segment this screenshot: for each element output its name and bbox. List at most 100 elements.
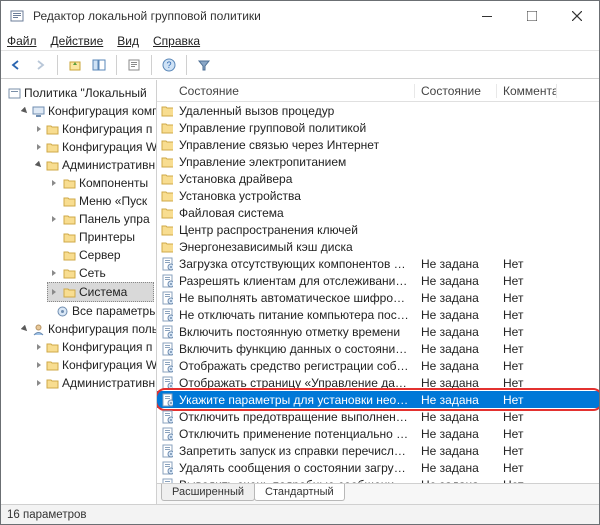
tree-server[interactable]: ·Сервер [47, 246, 154, 264]
folder-icon [157, 173, 173, 185]
list-folder-row[interactable]: Установка устройства [157, 187, 599, 204]
tree-system[interactable]: Система [47, 282, 154, 302]
tree-label: Конфигурация п [62, 338, 152, 356]
tree-user-windows[interactable]: Конфигурация W [33, 356, 154, 374]
menu-help[interactable]: Справка [153, 34, 200, 48]
tree-user-admin[interactable]: Административн [33, 374, 154, 392]
list-policy-row[interactable]: Отключить применение потенциально опасны… [157, 425, 599, 442]
collapse-icon[interactable] [35, 160, 43, 170]
column-state[interactable]: Состояние [415, 84, 497, 98]
show-tree-button[interactable] [88, 54, 110, 76]
tree-software-settings[interactable]: Конфигурация п [33, 120, 154, 138]
expand-icon[interactable] [35, 360, 43, 370]
window-title: Редактор локальной групповой политики [33, 9, 464, 23]
list-policy-row[interactable]: Включить функцию данных о состоянии сист… [157, 340, 599, 357]
list-body[interactable]: Удаленный вызов процедурУправление групп… [157, 102, 599, 483]
tree-user-config[interactable]: Конфигурация польз [19, 320, 154, 338]
expand-icon[interactable] [35, 142, 43, 152]
tree-label: Панель упра [79, 210, 150, 228]
list-policy-row[interactable]: Запретить запуск из справки перечисленны… [157, 442, 599, 459]
tree-user-software[interactable]: Конфигурация п [33, 338, 154, 356]
close-button[interactable] [554, 1, 599, 31]
maximize-button[interactable] [509, 1, 554, 31]
back-button[interactable] [5, 54, 27, 76]
tab-standard[interactable]: Стандартный [254, 484, 345, 501]
column-name[interactable]: Состояние [157, 84, 415, 98]
list-policy-row[interactable]: Не выполнять автоматическое шифрование ф… [157, 289, 599, 306]
list-policy-row[interactable]: Включить постоянную отметку времениНе за… [157, 323, 599, 340]
column-comment[interactable]: Комментар [497, 84, 557, 98]
menu-view[interactable]: Вид [117, 34, 139, 48]
policy-icon [157, 342, 173, 356]
tree-network[interactable]: Сеть [47, 264, 154, 282]
list-folder-row[interactable]: Центр распространения ключей [157, 221, 599, 238]
cell-state: Не задана [415, 410, 497, 424]
help-button[interactable]: ? [158, 54, 180, 76]
tree-all-settings[interactable]: ·Все параметры [47, 302, 154, 320]
list-folder-row[interactable]: Управление групповой политикой [157, 119, 599, 136]
collapse-icon[interactable] [21, 324, 29, 334]
tree-start-menu[interactable]: ·Меню «Пуск [47, 192, 154, 210]
expand-icon[interactable] [35, 124, 43, 134]
tree-windows-settings[interactable]: Конфигурация W [33, 138, 154, 156]
list-policy-row[interactable]: Отображать средство регистрации событий … [157, 357, 599, 374]
tree-computer-config[interactable]: Конфигурация комп [19, 102, 154, 120]
folder-icon [157, 190, 173, 202]
forward-button[interactable] [29, 54, 51, 76]
cell-comment: Нет [497, 478, 557, 484]
list-policy-row[interactable]: Отображать страницу «Управление данным с… [157, 374, 599, 391]
folder-icon [157, 224, 173, 236]
list-policy-row[interactable]: Укажите параметры для установки необязат… [157, 391, 599, 408]
tree-root[interactable]: Политика "Локальный [5, 84, 154, 102]
tree-printers[interactable]: ·Принтеры [47, 228, 154, 246]
tree-control-panel[interactable]: Панель упра [47, 210, 154, 228]
menu-action[interactable]: Действие [51, 34, 104, 48]
tree-label: Все параметры [72, 302, 157, 320]
tree-pane[interactable]: Политика "Локальный Конфигурация комп Ко… [1, 80, 157, 504]
titlebar: Редактор локальной групповой политики [1, 1, 599, 31]
list-policy-row[interactable]: Выводить очень подробные сообщения о сос… [157, 476, 599, 483]
policy-icon [157, 325, 173, 339]
expand-icon[interactable] [49, 214, 59, 224]
tree-components[interactable]: Компоненты [47, 174, 154, 192]
folder-icon [157, 207, 173, 219]
list-folder-row[interactable]: Удаленный вызов процедур [157, 102, 599, 119]
cell-comment: Нет [497, 291, 557, 305]
list-folder-row[interactable]: Энергонезависимый кэш диска [157, 238, 599, 255]
properties-button[interactable] [123, 54, 145, 76]
up-button[interactable] [64, 54, 86, 76]
tree-label: Меню «Пуск [79, 192, 147, 210]
filter-button[interactable] [193, 54, 215, 76]
cell-name: Включить функцию данных о состоянии сист… [173, 342, 415, 356]
folder-icon [157, 122, 173, 134]
collapse-icon[interactable] [21, 106, 29, 116]
folder-icon [157, 156, 173, 168]
status-text: 16 параметров [7, 509, 87, 521]
expand-icon[interactable] [49, 178, 59, 188]
folder-icon [46, 376, 59, 390]
list-policy-row[interactable]: Удалять сообщения о состоянии загрузки/з… [157, 459, 599, 476]
list-policy-row[interactable]: Отключить предотвращение выполнения данн… [157, 408, 599, 425]
cell-comment: Нет [497, 393, 557, 407]
expand-icon[interactable] [35, 378, 43, 388]
tab-extended[interactable]: Расширенный [161, 484, 255, 501]
expand-icon[interactable] [49, 287, 59, 297]
list-folder-row[interactable]: Файловая система [157, 204, 599, 221]
list-policy-row[interactable]: Загрузка отсутствующих компонентов модел… [157, 255, 599, 272]
expand-icon[interactable] [35, 342, 43, 352]
expand-icon[interactable] [49, 268, 59, 278]
tree-admin-templates[interactable]: Административн [33, 156, 154, 174]
list-folder-row[interactable]: Управление связью через Интернет [157, 136, 599, 153]
list-folder-row[interactable]: Управление электропитанием [157, 153, 599, 170]
list-folder-row[interactable]: Установка драйвера [157, 170, 599, 187]
list-policy-row[interactable]: Не отключать питание компьютера после за… [157, 306, 599, 323]
cell-comment: Нет [497, 427, 557, 441]
folder-icon [62, 230, 76, 244]
menu-file[interactable]: Файл [7, 34, 37, 48]
list-policy-row[interactable]: Разрешять клиентам для отслеживания изме… [157, 272, 599, 289]
policy-icon [157, 410, 173, 424]
settings-icon [56, 304, 69, 318]
minimize-button[interactable] [464, 1, 509, 31]
cell-state: Не задана [415, 325, 497, 339]
policy-icon [157, 274, 173, 288]
